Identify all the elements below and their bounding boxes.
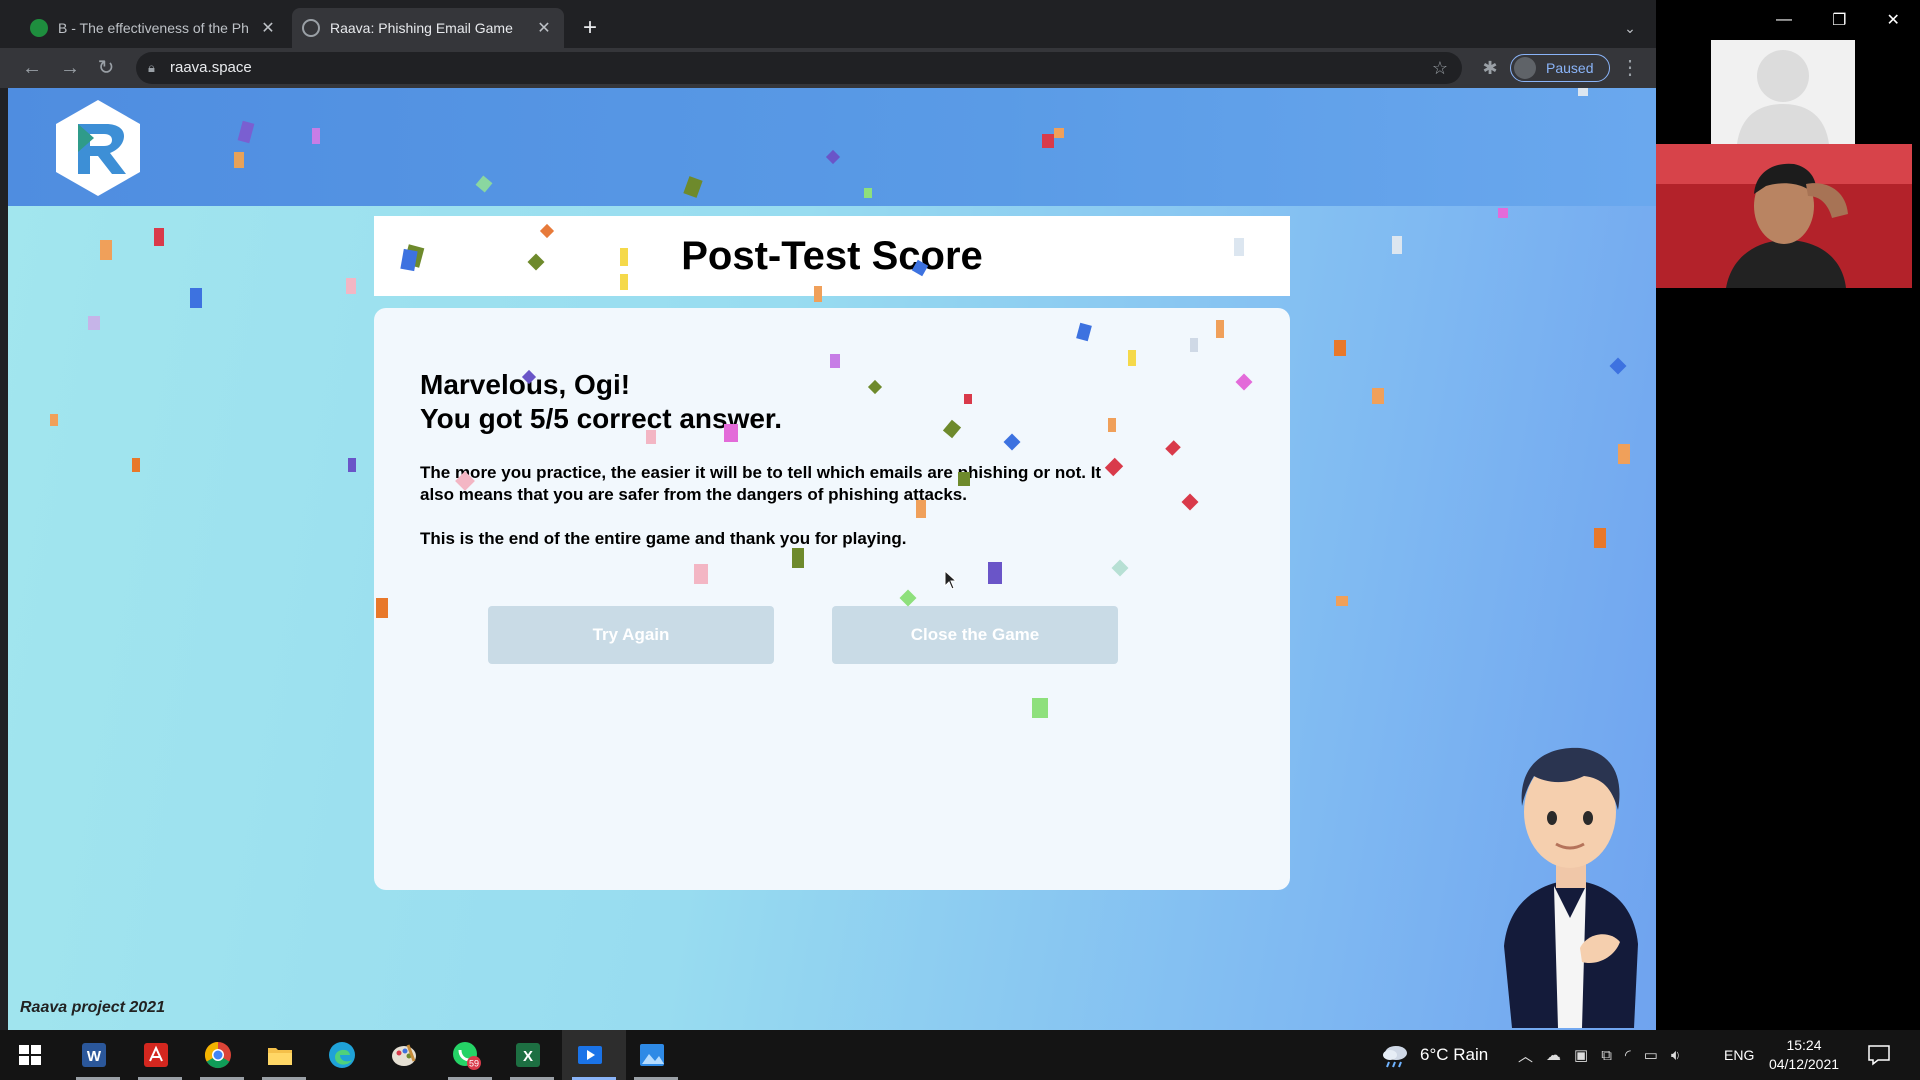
tab-raava[interactable]: Raava: Phishing Email Game ✕ (292, 8, 564, 48)
svg-text:W: W (87, 1048, 102, 1065)
photos-icon[interactable] (636, 1039, 668, 1071)
close-icon[interactable]: ✕ (258, 18, 278, 38)
footer-credit: Raava project 2021 (20, 999, 165, 1016)
star-icon[interactable]: ☆ (1432, 52, 1448, 84)
meet-now-icon[interactable]: ▣ (1574, 1046, 1588, 1064)
profile-button[interactable]: Paused (1510, 54, 1610, 82)
result-card: Marvelous, Ogi! You got 5/5 correct answ… (374, 308, 1290, 890)
chevron-up-icon[interactable]: ︿ (1518, 1045, 1533, 1066)
forward-arrow-icon[interactable]: → (56, 54, 84, 82)
lock-icon[interactable]: 🔒︎ (148, 52, 155, 84)
whatsapp-badge: 59 (469, 1059, 479, 1069)
onedrive-cloud-icon[interactable]: ☁ (1546, 1046, 1561, 1064)
close-icon[interactable]: ✕ (534, 18, 554, 38)
display-icon[interactable]: ⧉ (1601, 1047, 1612, 1064)
word-icon[interactable]: W (78, 1039, 110, 1071)
rain-cloud-icon (1383, 1046, 1407, 1068)
greeting-heading: Marvelous, Ogi! (420, 369, 631, 400)
windows-taskbar: W 59 X 6°C Rain ︿ ☁ ▣ ⧉ ◜ ▭ 🔉︎ ENG 15:24… (0, 1030, 1920, 1080)
weather-widget[interactable]: 6°C Rain (1380, 1030, 1488, 1080)
clock-date: 04/12/2021 (1768, 1056, 1840, 1072)
webcam-video-tile[interactable] (1656, 144, 1912, 288)
raava-logo-icon[interactable] (48, 98, 148, 198)
tab-strip: B - The effectiveness of the Ph ✕ Raava:… (0, 0, 1656, 48)
svg-text:X: X (523, 1048, 533, 1065)
clock[interactable]: 15:24 04/12/2021 (1766, 1036, 1842, 1074)
system-tray: ︿ ☁ ▣ ⧉ ◜ ▭ 🔉︎ (1518, 1030, 1680, 1080)
encouragement-text: The more you practice, the easier it wil… (420, 463, 1102, 504)
restore-icon[interactable]: ❐ (1832, 10, 1846, 30)
clock-time: 15:24 (1786, 1037, 1822, 1053)
globe-favicon-icon (302, 19, 320, 37)
chrome-icon[interactable] (202, 1039, 234, 1071)
avatar (1514, 57, 1536, 79)
mouse-cursor-icon (944, 570, 958, 590)
file-explorer-icon[interactable] (264, 1039, 296, 1071)
address-bar[interactable]: 🔒︎ raava.space ☆ (136, 52, 1462, 84)
browser-window: B - The effectiveness of the Ph ✕ Raava:… (0, 0, 1656, 1030)
new-tab-plus-icon[interactable]: + (578, 14, 602, 42)
extensions-puzzle-icon[interactable]: ✱ (1476, 54, 1504, 82)
try-again-button[interactable]: Try Again (488, 606, 774, 664)
page-viewport: Post-Test Score Marvelous, Ogi! You got … (8, 88, 1656, 1030)
acrobat-icon[interactable] (140, 1039, 172, 1071)
site-header (8, 88, 1656, 206)
battery-icon[interactable]: ▭ (1644, 1046, 1658, 1064)
url-text: raava.space (170, 59, 252, 76)
close-icon[interactable]: ✕ (1887, 10, 1900, 30)
green-app-favicon-icon (30, 19, 48, 37)
tab-title: Raava: Phishing Email Game (330, 20, 513, 36)
excel-icon[interactable]: X (512, 1039, 544, 1071)
back-arrow-icon[interactable]: ← (18, 54, 46, 82)
reload-icon[interactable]: ↻ (92, 54, 120, 82)
tab-effectiveness[interactable]: B - The effectiveness of the Ph ✕ (20, 8, 288, 48)
close-game-button[interactable]: Close the Game (832, 606, 1118, 664)
windows-start-icon[interactable] (14, 1039, 46, 1071)
end-message-text: This is the end of the entire game and t… (420, 529, 907, 548)
weather-text: 6°C Rain (1420, 1045, 1489, 1064)
participant-avatar-tile[interactable] (1711, 40, 1855, 144)
button-row: Try Again Close the Game (374, 606, 1290, 666)
tab-title: B - The effectiveness of the Ph (58, 20, 249, 36)
paint-icon[interactable] (388, 1039, 420, 1071)
browser-toolbar: ← → ↻ 🔒︎ raava.space ☆ ✱ Paused ⋮ (0, 48, 1656, 88)
kebab-menu-icon[interactable]: ⋮ (1618, 54, 1642, 82)
wifi-icon[interactable]: ◜ (1625, 1046, 1631, 1064)
video-call-panel: — ❐ ✕ (1656, 0, 1920, 1030)
whatsapp-icon[interactable]: 59 (450, 1039, 482, 1071)
language-indicator[interactable]: ENG (1724, 1030, 1754, 1080)
profile-status: Paused (1546, 60, 1594, 76)
page-title: Post-Test Score (374, 216, 1290, 296)
notification-center-icon[interactable] (1866, 1043, 1892, 1067)
chevron-down-icon[interactable]: ⌄ (1618, 14, 1642, 42)
window-controls: — ❐ ✕ (1756, 0, 1920, 40)
minimize-icon[interactable]: — (1776, 11, 1792, 29)
score-heading: You got 5/5 correct answer. (420, 403, 783, 434)
edge-icon[interactable] (326, 1039, 358, 1071)
volume-icon[interactable]: 🔉︎ (1671, 1047, 1680, 1064)
video-player-icon[interactable] (574, 1039, 606, 1071)
character-illustration-icon (1504, 747, 1638, 1028)
